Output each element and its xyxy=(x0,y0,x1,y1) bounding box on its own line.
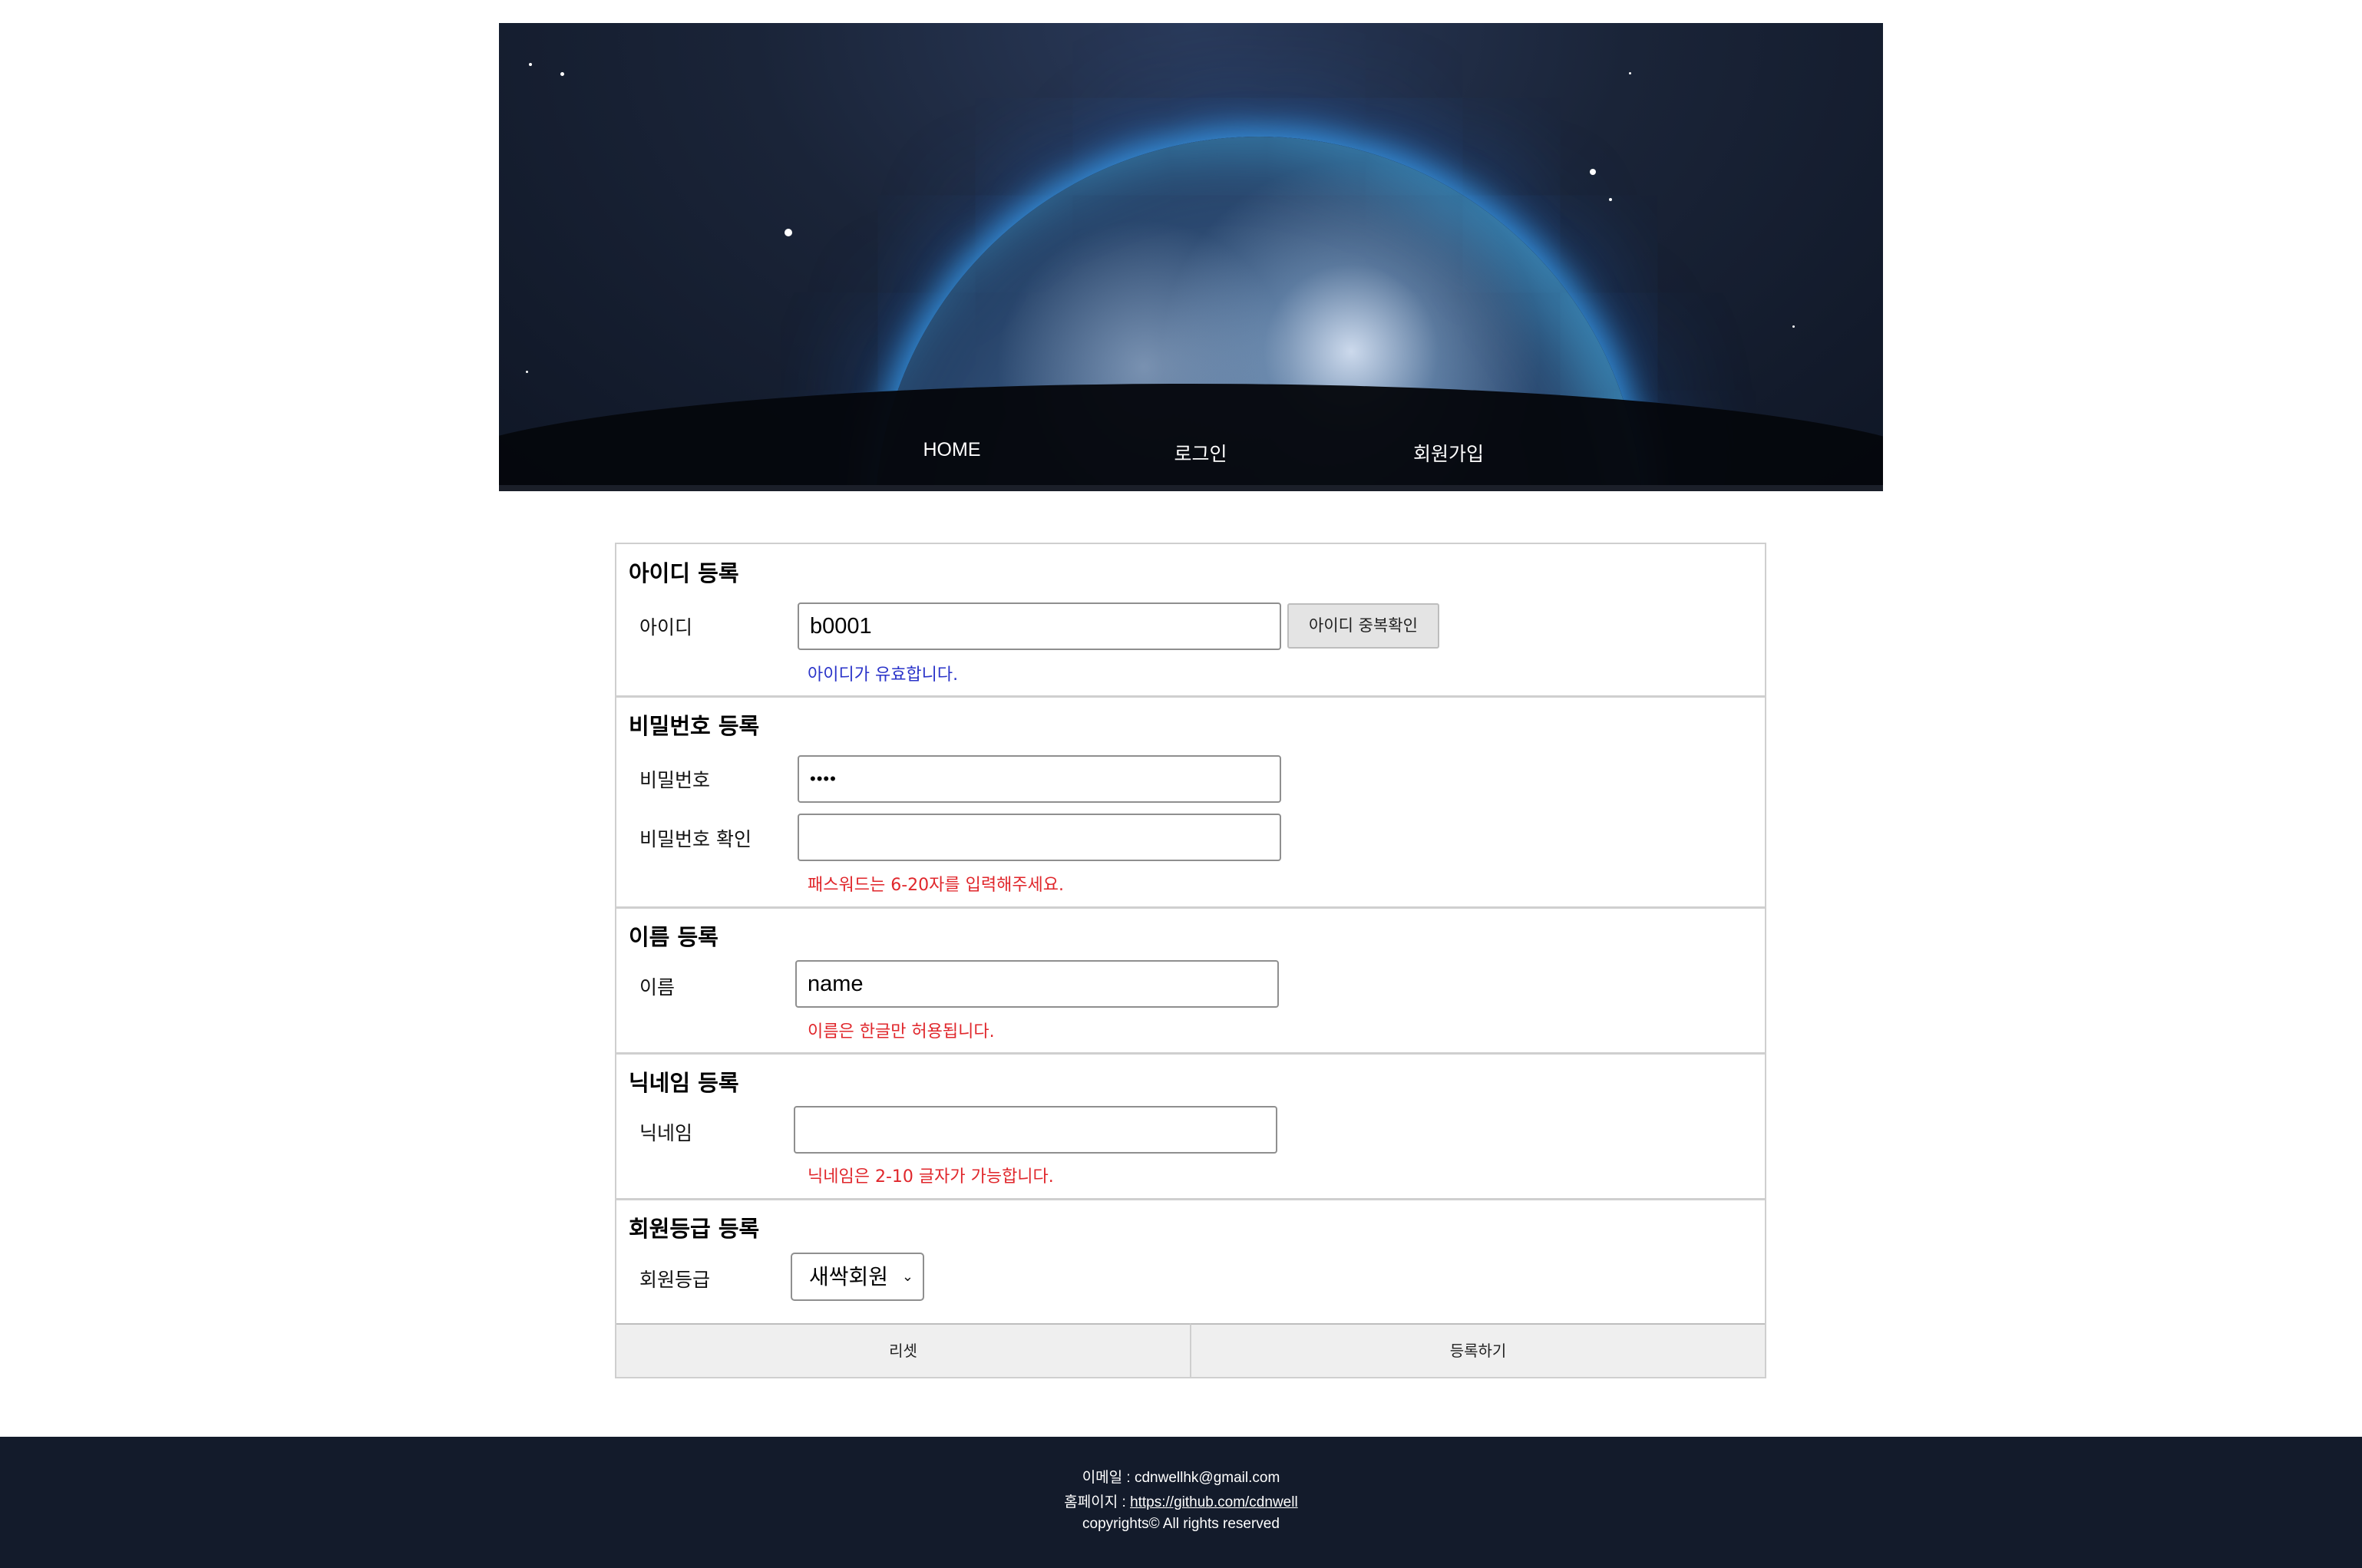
name-section: 이름 등록 이름 name 이름은 한글만 허용됩니다. xyxy=(616,909,1765,1055)
grade-selected-value: 새싹회원 xyxy=(809,1264,889,1289)
name-input[interactable]: name xyxy=(795,960,1279,1008)
star xyxy=(1590,169,1596,175)
footer-homepage-label: 홈페이지 : xyxy=(1064,1494,1131,1510)
star xyxy=(560,72,564,76)
name-label: 이름 xyxy=(639,976,676,999)
section-title: 회원등급 등록 xyxy=(629,1216,760,1242)
password-error-message: 패스워드는 6-20자를 입력해주세요. xyxy=(808,876,1065,895)
section-title: 이름 등록 xyxy=(629,924,719,950)
name-error-message: 이름은 한글만 허용됩니다. xyxy=(808,1022,995,1041)
footer-copyright: copyrights© All rights reserved xyxy=(1082,1516,1280,1532)
footer-homepage-link[interactable]: https://github.com/cdnwell xyxy=(1130,1494,1298,1510)
reset-button[interactable]: 리셋 xyxy=(616,1323,1190,1377)
star xyxy=(526,371,528,373)
footer-email: cdnwellhk@gmail.com xyxy=(1134,1470,1280,1486)
id-status-message: 아이디가 유효합니다. xyxy=(808,665,959,685)
id-label: 아이디 xyxy=(639,616,693,639)
star xyxy=(1629,72,1631,74)
header-bottom-bar xyxy=(499,485,1883,491)
nav-home-link[interactable]: HOME xyxy=(923,439,981,461)
footer-homepage-line: 홈페이지 : https://github.com/cdnwell xyxy=(0,1490,2362,1511)
header-banner: HOME 로그인 회원가입 xyxy=(499,23,1883,491)
password-input[interactable]: •••• xyxy=(798,755,1281,803)
password-confirm-label: 비밀번호 확인 xyxy=(639,828,752,850)
submit-button[interactable]: 등록하기 xyxy=(1190,1323,1765,1377)
signup-form: 아이디 등록 아이디 b0001 아이디 중복확인 아이디가 유효합니다. 비밀… xyxy=(615,543,1766,1378)
footer-email-line: 이메일 : cdnwellhk@gmail.com xyxy=(0,1466,2362,1487)
id-section: 아이디 등록 아이디 b0001 아이디 중복확인 아이디가 유효합니다. xyxy=(616,544,1765,698)
star xyxy=(1792,325,1795,328)
password-section: 비밀번호 등록 비밀번호 •••• 비밀번호 확인 패스워드는 6-20자를 입… xyxy=(616,698,1765,909)
password-label: 비밀번호 xyxy=(639,769,711,791)
grade-section: 회원등급 등록 회원등급 새싹회원 ⌄ xyxy=(616,1200,1765,1323)
nav-login-link[interactable]: 로그인 xyxy=(1174,439,1227,467)
grade-label: 회원등급 xyxy=(639,1269,711,1291)
nav-signup-link[interactable]: 회원가입 xyxy=(1413,439,1484,467)
nickname-label: 닉네임 xyxy=(639,1122,693,1144)
grade-select[interactable]: 새싹회원 ⌄ xyxy=(791,1253,924,1301)
star xyxy=(529,63,532,66)
main-nav: HOME 로그인 회원가입 xyxy=(499,422,1883,484)
section-title: 비밀번호 등록 xyxy=(629,713,760,739)
star xyxy=(1609,198,1612,201)
password-confirm-input[interactable] xyxy=(798,814,1281,861)
form-actions: 리셋 등록하기 xyxy=(616,1323,1765,1377)
nickname-input[interactable] xyxy=(794,1106,1277,1154)
id-duplicate-check-button[interactable]: 아이디 중복확인 xyxy=(1287,603,1439,649)
footer-email-label: 이메일 : xyxy=(1082,1470,1135,1486)
star xyxy=(785,229,792,236)
section-title: 아이디 등록 xyxy=(629,560,739,586)
id-input[interactable]: b0001 xyxy=(798,602,1281,650)
section-title: 닉네임 등록 xyxy=(629,1070,739,1096)
footer: 이메일 : cdnwellhk@gmail.com 홈페이지 : https:/… xyxy=(0,1437,2362,1568)
nickname-section: 닉네임 등록 닉네임 닉네임은 2-10 글자가 가능합니다. xyxy=(616,1055,1765,1200)
nickname-error-message: 닉네임은 2-10 글자가 가능합니다. xyxy=(808,1167,1054,1187)
chevron-down-icon: ⌄ xyxy=(901,1269,913,1285)
